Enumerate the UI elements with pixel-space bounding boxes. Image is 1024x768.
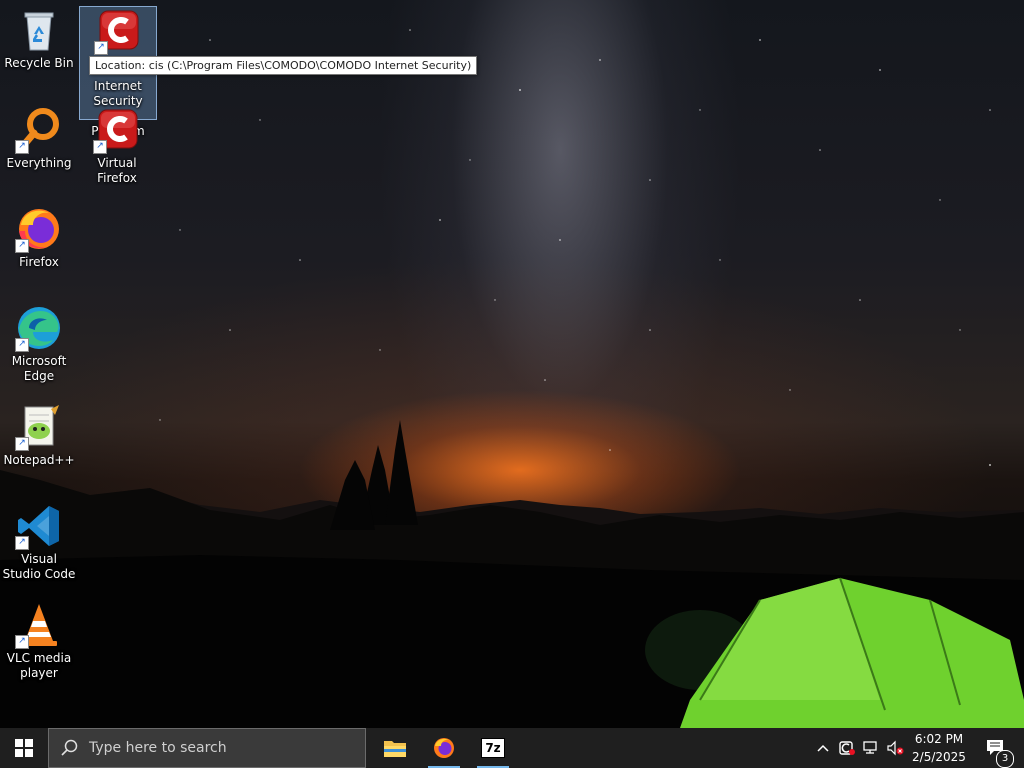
desktop-icon-label: Recycle Bin — [4, 56, 74, 70]
search-icon — [61, 739, 78, 756]
taskbar-7zip[interactable]: 7z — [469, 728, 517, 768]
vlc-icon: ↗ — [15, 601, 63, 649]
desktop-icon-everything[interactable]: ↗ Everything — [1, 106, 77, 171]
chevron-up-icon — [817, 744, 829, 752]
desktop-icon-label: Notepad++ — [3, 453, 75, 467]
desktop-icon-label: Virtual Firefox — [97, 156, 137, 185]
clock-date: 2/5/2025 — [912, 750, 966, 764]
taskbar: Type here to search 7z 6:02 PM 2/5/2025 … — [0, 728, 1024, 768]
search-placeholder: Type here to search — [89, 740, 227, 756]
desktop-icon-microsoft-edge[interactable]: ↗ Microsoft Edge — [1, 304, 77, 384]
desktop-icon-label: Microsoft Edge — [11, 354, 67, 383]
action-center-button[interactable]: 3 — [976, 728, 1016, 768]
file-explorer-icon — [384, 741, 406, 757]
shortcut-arrow-icon: ↗ — [93, 140, 107, 154]
show-hidden-icons-button[interactable] — [812, 728, 834, 768]
desktop-icon-label: VLC media player — [6, 651, 72, 680]
shortcut-arrow-icon: ↗ — [15, 536, 29, 550]
notification-count: 3 — [1001, 753, 1009, 764]
shortcut-arrow-icon: ↗ — [15, 239, 29, 253]
notification-count-badge: 3 — [996, 750, 1014, 768]
desktop-icon-vlc[interactable]: ↗ VLC media player — [1, 601, 77, 681]
desktop-icon-label: Everything — [6, 156, 72, 170]
shortcut-arrow-icon: ↗ — [15, 635, 29, 649]
network-icon — [863, 741, 877, 754]
desktop[interactable]: Recycle Bin ↗ Internet Security 2025 Pre… — [0, 0, 1024, 728]
shortcut-arrow-icon: ↗ — [15, 338, 29, 352]
7zip-label: 7z — [485, 741, 501, 755]
desktop-icon-virtual-firefox[interactable]: ↗ Virtual Firefox — [79, 106, 155, 186]
tray-volume[interactable] — [884, 728, 906, 768]
shortcut-arrow-icon: ↗ — [94, 41, 108, 55]
taskbar-search-box[interactable]: Type here to search — [48, 728, 366, 768]
taskbar-firefox[interactable] — [420, 728, 468, 768]
shortcut-arrow-icon: ↗ — [15, 140, 29, 154]
start-button[interactable] — [0, 728, 48, 768]
shortcut-location-tooltip: Location: cis (C:\Program Files\COMODO\C… — [89, 56, 478, 75]
system-clock[interactable]: 6:02 PM 2/5/2025 — [906, 730, 972, 766]
shortcut-arrow-icon: ↗ — [15, 437, 29, 451]
comodo-icon: ↗ — [94, 7, 142, 55]
desktop-icon-label: Visual Studio Code — [2, 552, 76, 581]
volume-muted-icon — [887, 740, 904, 756]
edge-icon: ↗ — [15, 304, 63, 352]
desktop-icon-firefox[interactable]: ↗ Firefox — [1, 205, 77, 270]
desktop-icon-label: Firefox — [19, 255, 59, 269]
tray-comodo[interactable] — [836, 728, 858, 768]
recycle-bin-icon — [15, 6, 63, 54]
comodo-icon: ↗ — [93, 106, 141, 154]
desktop-icon-vscode[interactable]: ↗ Visual Studio Code — [1, 502, 77, 582]
taskbar-file-explorer[interactable] — [371, 728, 419, 768]
firefox-icon: ↗ — [15, 205, 63, 253]
vscode-icon: ↗ — [15, 502, 63, 550]
desktop-icon-recycle-bin[interactable]: Recycle Bin — [1, 6, 77, 71]
firefox-icon — [434, 738, 454, 758]
7zip-icon: 7z — [481, 738, 505, 758]
comodo-tray-icon — [839, 741, 855, 755]
desktop-icon-notepadplusplus[interactable]: ↗ Notepad++ — [1, 403, 77, 468]
clock-time: 6:02 PM — [914, 732, 964, 746]
tray-network[interactable] — [860, 728, 882, 768]
everything-search-icon: ↗ — [15, 106, 63, 154]
windows-logo-icon — [15, 739, 33, 757]
notepadplusplus-icon: ↗ — [15, 403, 63, 451]
